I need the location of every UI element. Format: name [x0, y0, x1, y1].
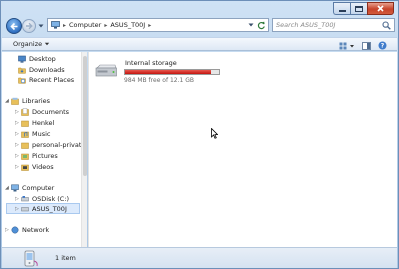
recent-pages-dropdown-icon[interactable] — [38, 23, 44, 29]
portable-device-icon — [24, 250, 38, 267]
expand-arrow-icon[interactable]: ◢ — [5, 185, 10, 191]
sidebar-item-label: Henkel — [32, 118, 55, 127]
sidebar-item-computer[interactable]: ◢ Computer — [5, 182, 54, 193]
videos-icon — [21, 164, 29, 171]
pictures-icon — [21, 153, 29, 160]
close-icon — [377, 5, 384, 12]
svg-text:?: ? — [381, 43, 385, 50]
libraries-icon — [11, 97, 19, 105]
item-count: 1 item — [55, 254, 76, 262]
breadcrumb-separator[interactable]: ▸ — [104, 22, 107, 29]
sidebar-item-label: personal-private — [32, 140, 81, 149]
sidebar-item-label: Documents — [32, 107, 70, 116]
chevron-down-icon — [44, 42, 50, 46]
music-icon — [21, 131, 29, 138]
navigation-pane: Desktop Downloads Recent Places ◢ Librar… — [2, 52, 81, 247]
caption-buttons — [333, 2, 394, 15]
sidebar-item-label: Pictures — [32, 151, 58, 160]
expand-arrow-icon[interactable]: ▷ — [15, 131, 20, 137]
sidebar-item-desktop[interactable]: Desktop — [18, 53, 56, 64]
expand-arrow-icon[interactable]: ▷ — [15, 153, 20, 159]
maximize-button[interactable] — [350, 2, 367, 15]
sidebar-item-label: ASUS_T00J — [32, 204, 67, 213]
scrollbar-thumb[interactable] — [83, 56, 87, 176]
drive-free-space: 984 MB free of 12.1 GB — [124, 77, 195, 84]
drive-name: Internal storage — [125, 59, 177, 67]
sidebar-item-recent-places[interactable]: Recent Places — [18, 74, 74, 85]
breadcrumb-separator[interactable]: ▸ — [148, 22, 151, 29]
expand-arrow-icon[interactable]: ▷ — [15, 109, 20, 115]
sidebar-item-network[interactable]: ▷ Network — [5, 224, 49, 235]
sidebar-item-libraries[interactable]: ◢ Libraries — [5, 95, 50, 106]
computer-icon — [11, 184, 19, 191]
search-icon[interactable] — [382, 21, 391, 30]
network-icon — [11, 226, 19, 233]
close-button[interactable] — [367, 2, 394, 15]
organize-button[interactable]: Organize — [13, 40, 50, 48]
organize-label: Organize — [13, 40, 43, 48]
expand-arrow-icon[interactable]: ▷ — [15, 196, 20, 202]
sidebar-item-henkel[interactable]: ▷ Henkel — [15, 117, 54, 128]
breadcrumb-separator[interactable]: ▸ — [63, 22, 66, 29]
expand-arrow-icon[interactable]: ◢ — [5, 98, 10, 104]
sidebar-item-label: OSDisk (C:) — [32, 194, 70, 203]
back-button[interactable] — [6, 18, 22, 34]
help-icon[interactable]: ? — [378, 41, 387, 50]
maximize-icon — [355, 5, 363, 12]
sidebar-item-label: Music — [32, 129, 51, 138]
library-folder-icon — [21, 120, 29, 127]
search-box[interactable] — [272, 18, 395, 32]
library-folder-icon — [21, 142, 29, 149]
breadcrumb-computer[interactable]: Computer — [69, 21, 101, 29]
expand-arrow-icon[interactable]: ▷ — [5, 227, 10, 233]
search-input[interactable] — [276, 21, 376, 29]
storage-drive-icon — [95, 64, 117, 77]
expand-arrow-icon[interactable]: ▷ — [15, 164, 20, 170]
sidebar-item-label: Libraries — [22, 96, 51, 105]
navigation-scrollbar[interactable] — [81, 52, 87, 247]
preview-pane-icon[interactable] — [362, 41, 371, 50]
sidebar-item-music[interactable]: ▷ Music — [15, 128, 51, 139]
storage-usage-fill — [125, 70, 212, 74]
explorer-window: ▸ Computer ▸ ASUS_T00J ▸ Organize — [0, 0, 399, 269]
recent-places-icon — [18, 77, 26, 84]
portable-device-icon — [21, 206, 29, 211]
expand-arrow-icon[interactable]: ▷ — [15, 206, 20, 212]
address-bar[interactable]: ▸ Computer ▸ ASUS_T00J ▸ — [47, 18, 269, 32]
command-bar: Organize ? — [2, 37, 397, 51]
sidebar-item-label: Recent Places — [29, 75, 75, 84]
sidebar-item-asus-t00j[interactable]: ▷ ASUS_T00J — [6, 203, 80, 214]
address-dropdown-icon[interactable] — [247, 21, 255, 29]
content-pane: Internal storage 984 MB free of 12.1 GB — [88, 52, 397, 247]
sidebar-item-pictures[interactable]: ▷ Pictures — [15, 150, 58, 161]
breadcrumb-device[interactable]: ASUS_T00J — [110, 21, 145, 29]
sidebar-item-label: Videos — [32, 162, 54, 171]
view-options-icon[interactable] — [339, 42, 355, 50]
sidebar-item-label: Network — [22, 225, 50, 234]
desktop-icon — [18, 55, 26, 63]
internal-storage-drive[interactable]: Internal storage 984 MB free of 12.1 GB — [95, 59, 225, 85]
sidebar-item-label: Computer — [22, 183, 55, 192]
forward-arrow-icon — [26, 22, 33, 30]
mouse-cursor-icon — [211, 128, 218, 139]
sidebar-item-personal-private[interactable]: ▷ personal-private — [15, 139, 81, 150]
storage-usage-bar — [124, 69, 220, 75]
sidebar-item-label: Downloads — [29, 65, 65, 74]
sidebar-item-videos[interactable]: ▷ Videos — [15, 161, 54, 172]
expand-arrow-icon[interactable]: ▷ — [15, 142, 20, 148]
details-pane: 1 item — [2, 247, 397, 268]
hard-drive-icon — [21, 195, 29, 201]
documents-icon — [21, 107, 29, 116]
back-arrow-icon — [9, 22, 17, 30]
minimize-button[interactable] — [333, 2, 350, 15]
downloads-folder-icon — [18, 67, 26, 74]
refresh-icon[interactable] — [257, 21, 266, 30]
expand-arrow-icon[interactable]: ▷ — [15, 120, 20, 126]
forward-button[interactable] — [22, 19, 36, 33]
computer-breadcrumb-icon — [51, 21, 60, 29]
sidebar-item-documents[interactable]: ▷ Documents — [15, 106, 69, 117]
sidebar-item-label: Desktop — [29, 54, 56, 63]
minimize-icon — [338, 9, 346, 12]
